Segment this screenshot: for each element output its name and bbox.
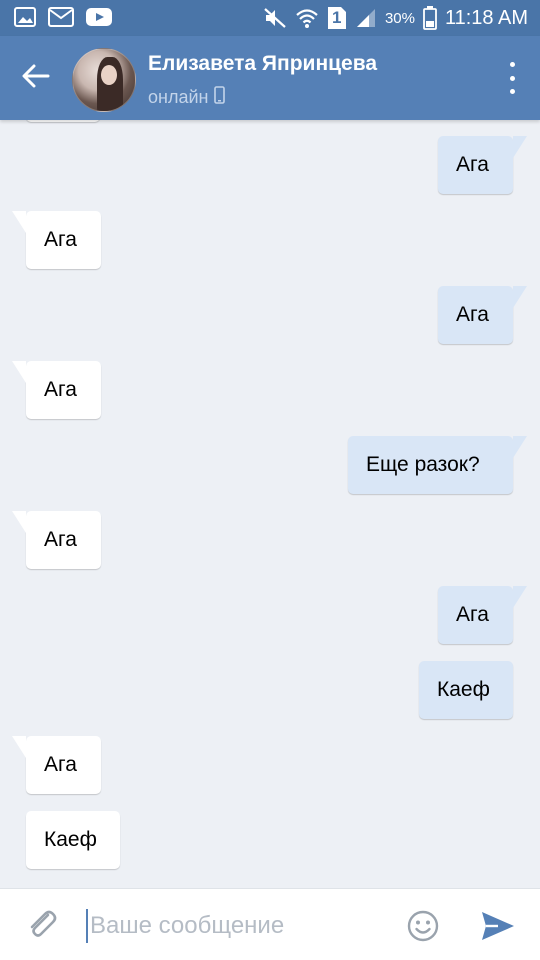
attach-button[interactable] [24, 907, 60, 943]
sim-icon: 1 [327, 6, 347, 30]
signal-icon [355, 7, 377, 29]
message-bubble-outgoing[interactable]: Ага [438, 286, 527, 344]
youtube-icon [86, 7, 112, 27]
status-bar: 1 30% 11:18 AM [0, 0, 540, 36]
phone-icon [214, 86, 226, 109]
smiley-icon [406, 910, 440, 947]
message-input[interactable] [88, 903, 392, 949]
wifi-icon [295, 7, 319, 29]
message-bubble-incoming[interactable]: Ага [12, 361, 101, 419]
arrow-back-icon [22, 64, 50, 93]
message-bubble-incoming[interactable]: Ага [12, 736, 101, 794]
paperclip-icon [24, 910, 60, 947]
send-arrow-icon [480, 912, 516, 947]
message-bubble-incoming[interactable]: Ага [12, 511, 101, 569]
mail-icon [48, 7, 74, 27]
emoji-button[interactable] [406, 909, 440, 943]
more-dot-icon [509, 89, 515, 94]
more-options-button[interactable] [502, 62, 522, 94]
message-bubble-outgoing[interactable]: Ага [438, 136, 527, 194]
message-list[interactable]: Ага Ага Ага Ага Еще разок? Ага Ага Каеф [0, 120, 540, 888]
message-text: Каеф [44, 828, 97, 851]
chat-screen: 1 30% 11:18 AM Елизавета Япринцева онлай… [0, 0, 540, 960]
more-dot-icon [509, 75, 515, 81]
message-text: Ага [456, 153, 489, 176]
back-button[interactable] [14, 58, 58, 98]
message-text: Ага [44, 528, 77, 551]
contact-status: онлайн [148, 86, 226, 109]
battery-icon [423, 6, 437, 30]
sim-number: 1 [331, 8, 342, 27]
contact-name[interactable]: Елизавета Япринцева [148, 52, 377, 76]
message-text: Еще разок? [366, 453, 480, 476]
message-text: Ага [44, 753, 77, 776]
message-text: Ага [456, 303, 489, 326]
battery-percent: 30% [384, 9, 415, 27]
mute-icon [263, 7, 287, 29]
send-button[interactable] [480, 909, 516, 943]
more-dot-icon [509, 62, 515, 67]
message-text: Ага [456, 603, 489, 626]
message-text: Ага [44, 378, 77, 401]
message-bubble-partial [26, 120, 100, 122]
message-composer [0, 888, 540, 960]
chat-header: Елизавета Япринцева онлайн [0, 36, 540, 120]
message-text: Ага [44, 228, 77, 251]
status-text: онлайн [148, 87, 209, 107]
message-bubble-outgoing[interactable]: Еще разок? [348, 436, 527, 494]
message-bubble-outgoing[interactable]: Каеф [419, 661, 513, 719]
message-bubble-incoming[interactable]: Ага [12, 211, 101, 269]
message-bubble-outgoing[interactable]: Ага [438, 586, 527, 644]
gallery-icon [14, 7, 36, 27]
message-text: Каеф [437, 678, 490, 701]
contact-avatar[interactable] [72, 48, 136, 112]
status-time: 11:18 AM [444, 6, 528, 29]
message-bubble-incoming[interactable]: Каеф [26, 811, 120, 869]
